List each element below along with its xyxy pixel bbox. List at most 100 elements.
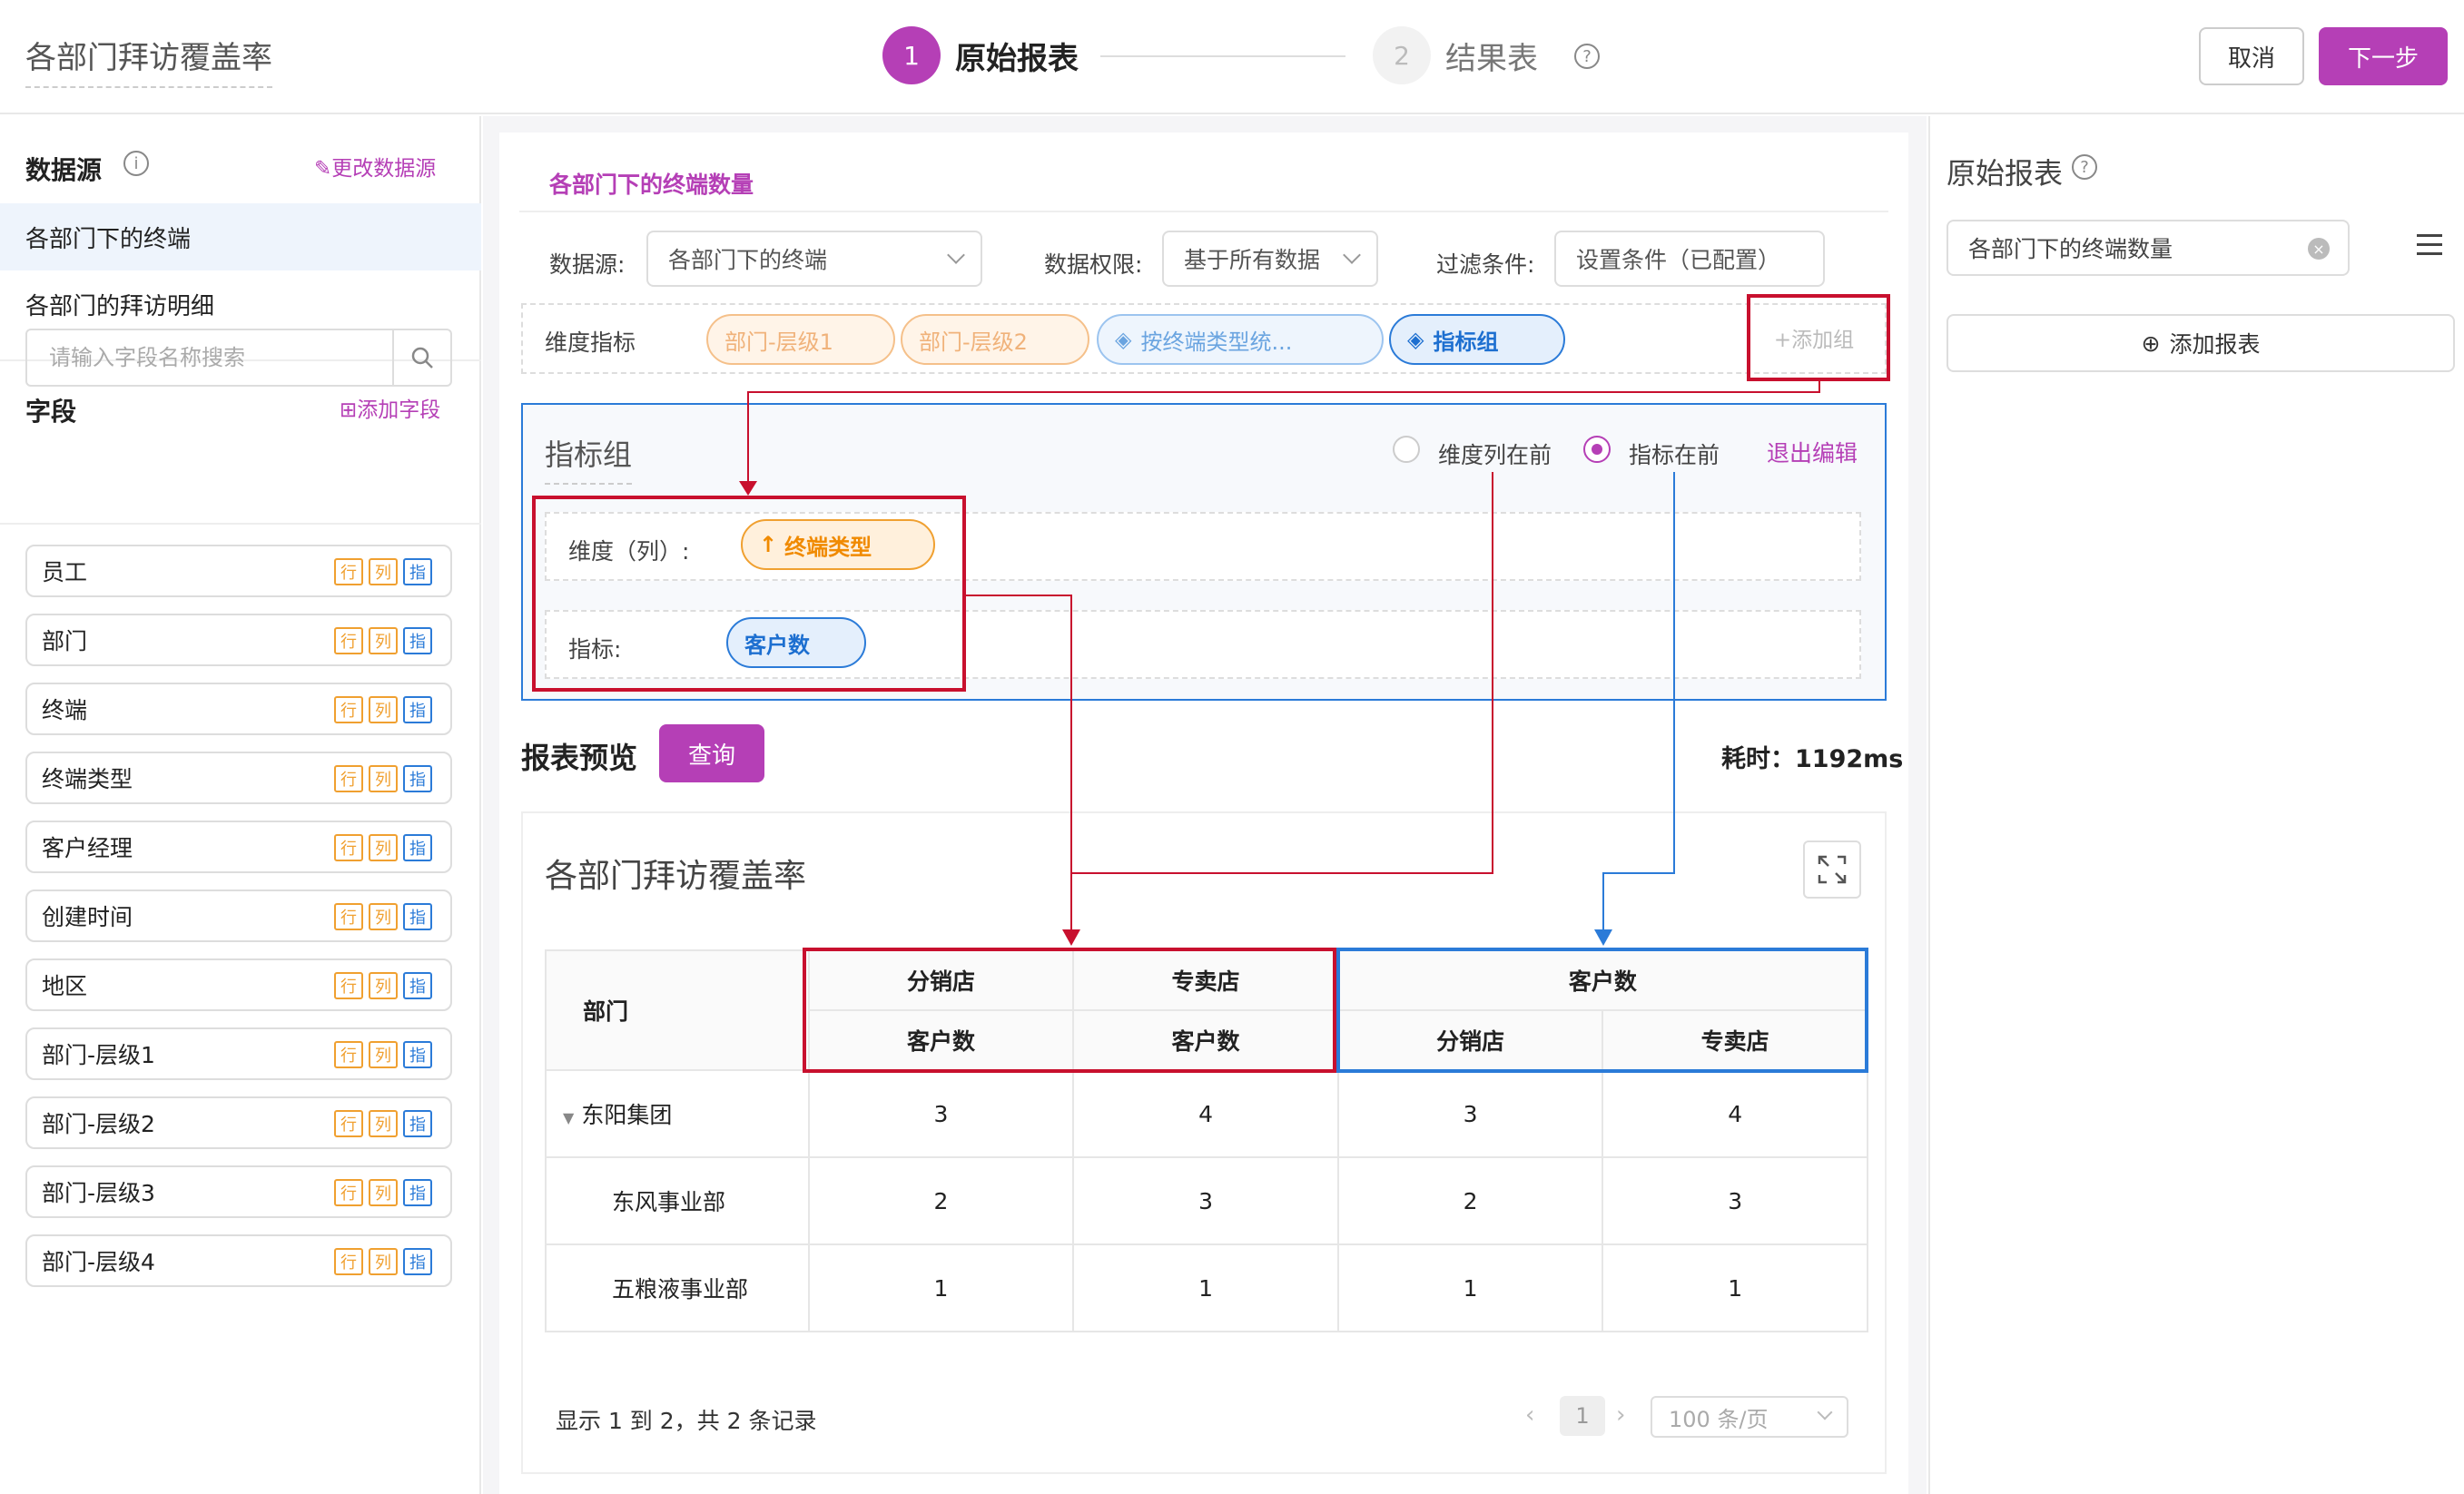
add-to-column-tag[interactable]: 列 bbox=[369, 1248, 398, 1275]
add-to-indicator-tag[interactable]: 指 bbox=[403, 834, 432, 861]
dim-pill-terminal-type[interactable]: ◈ 按终端类型统... bbox=[1097, 314, 1384, 365]
add-group-button[interactable]: +添加组 bbox=[1750, 305, 1878, 370]
field-item[interactable]: 部门-层级3 行列指 bbox=[25, 1165, 452, 1218]
add-field-link[interactable]: ⊞添加字段 bbox=[340, 392, 440, 423]
page-size-select[interactable]: 100 条/页 bbox=[1651, 1396, 1848, 1438]
field-item[interactable]: 终端类型 行列指 bbox=[25, 752, 452, 804]
step-2[interactable]: 2 结果表 bbox=[1373, 25, 1538, 85]
add-to-indicator-tag[interactable]: 指 bbox=[403, 696, 432, 723]
dimension-column-label: 维度（列）: bbox=[568, 538, 690, 565]
add-to-row-tag[interactable]: 行 bbox=[334, 765, 363, 792]
preview-table: 部门 分销店 专卖店 客户数 客户数 客户数 分销店 专卖店 ▼ 东阳集团 3 4… bbox=[545, 949, 1869, 1332]
add-report-label: 添加报表 bbox=[2169, 331, 2261, 358]
add-to-indicator-tag[interactable]: 指 bbox=[403, 765, 432, 792]
add-to-indicator-tag[interactable]: 指 bbox=[403, 1248, 432, 1275]
table-cell: 3 bbox=[1336, 1069, 1604, 1158]
prev-page-icon[interactable]: ‹ bbox=[1525, 1401, 1534, 1429]
field-item[interactable]: 部门-层级2 行列指 bbox=[25, 1096, 452, 1149]
dim-pill-level1[interactable]: 部门-层级1 bbox=[706, 314, 895, 365]
add-to-indicator-tag[interactable]: 指 bbox=[403, 903, 432, 930]
add-to-row-tag[interactable]: 行 bbox=[334, 1041, 363, 1068]
field-item-label: 地区 bbox=[42, 973, 88, 999]
field-item[interactable]: 部门-层级4 行列指 bbox=[25, 1234, 452, 1287]
field-item-label: 终端 bbox=[42, 697, 88, 723]
filter-select[interactable]: 设置条件（已配置） bbox=[1554, 231, 1825, 287]
add-to-row-tag[interactable]: 行 bbox=[334, 1179, 363, 1206]
query-button[interactable]: 查询 bbox=[659, 724, 764, 782]
field-item[interactable]: 创建时间 行列指 bbox=[25, 890, 452, 942]
clear-icon[interactable]: × bbox=[2308, 238, 2330, 260]
add-to-row-tag[interactable]: 行 bbox=[334, 696, 363, 723]
ind-pill-customers[interactable]: 客户数 bbox=[726, 617, 866, 668]
next-page-icon[interactable]: › bbox=[1616, 1401, 1625, 1429]
add-to-row-tag[interactable]: 行 bbox=[334, 558, 363, 585]
dim-col-pill-terminal-type[interactable]: ↑ 终端类型 bbox=[741, 519, 935, 570]
field-item[interactable]: 客户经理 行列指 bbox=[25, 821, 452, 873]
dim-pill-indicator-group[interactable]: ◈ 指标组 bbox=[1389, 314, 1565, 365]
datasource-item-1[interactable]: 各部门的拜访明细 bbox=[0, 270, 481, 338]
add-to-row-tag[interactable]: 行 bbox=[334, 972, 363, 999]
add-to-column-tag[interactable]: 列 bbox=[369, 903, 398, 930]
add-to-indicator-tag[interactable]: 指 bbox=[403, 972, 432, 999]
add-to-column-tag[interactable]: 列 bbox=[369, 696, 398, 723]
permission-select-value: 基于所有数据 bbox=[1184, 247, 1321, 273]
radio-ind-first[interactable] bbox=[1583, 436, 1611, 463]
add-to-indicator-tag[interactable]: 指 bbox=[403, 1110, 432, 1137]
menu-icon[interactable] bbox=[2417, 234, 2442, 256]
add-to-row-tag[interactable]: 行 bbox=[334, 834, 363, 861]
help-icon[interactable]: ? bbox=[2072, 154, 2097, 180]
add-report-button[interactable]: ⊕ 添加报表 bbox=[1947, 314, 2455, 372]
field-item[interactable]: 部门-层级1 行列指 bbox=[25, 1027, 452, 1080]
report-title[interactable]: 各部门拜访覆盖率 bbox=[25, 33, 272, 88]
permission-select[interactable]: 基于所有数据 bbox=[1162, 231, 1378, 287]
datasource-item-0[interactable]: 各部门下的终端 bbox=[0, 203, 481, 270]
indicator-label: 指标: bbox=[568, 636, 622, 663]
add-to-column-tag[interactable]: 列 bbox=[369, 627, 398, 654]
edit-icon: ✎ bbox=[314, 157, 332, 181]
add-to-column-tag[interactable]: 列 bbox=[369, 1179, 398, 1206]
add-to-indicator-tag[interactable]: 指 bbox=[403, 627, 432, 654]
radio-dim-first[interactable] bbox=[1393, 436, 1420, 463]
help-icon[interactable]: ? bbox=[1574, 44, 1600, 69]
dim-col-pill-label: 终端类型 bbox=[784, 534, 872, 560]
raw-report-title: 原始报表 bbox=[1947, 151, 2063, 192]
dim-pill-level2[interactable]: 部门-层级2 bbox=[901, 314, 1089, 365]
search-button[interactable] bbox=[392, 330, 450, 385]
field-item[interactable]: 地区 行列指 bbox=[25, 958, 452, 1011]
cancel-button[interactable]: 取消 bbox=[2199, 27, 2304, 85]
report-item-input[interactable]: 各部门下的终端数量 × bbox=[1947, 220, 2350, 276]
add-to-column-tag[interactable]: 列 bbox=[369, 1041, 398, 1068]
add-to-row-tag[interactable]: 行 bbox=[334, 1248, 363, 1275]
step-1[interactable]: 1 原始报表 bbox=[882, 25, 1079, 85]
field-item[interactable]: 员工 行列指 bbox=[25, 545, 452, 597]
add-to-row-tag[interactable]: 行 bbox=[334, 903, 363, 930]
next-button[interactable]: 下一步 bbox=[2319, 27, 2448, 85]
add-to-indicator-tag[interactable]: 指 bbox=[403, 558, 432, 585]
field-item[interactable]: 终端 行列指 bbox=[25, 683, 452, 735]
change-datasource-link[interactable]: ✎更改数据源 bbox=[314, 151, 436, 182]
fullscreen-button[interactable] bbox=[1803, 840, 1861, 899]
row-header[interactable]: ▼ 东阳集团 bbox=[545, 1069, 810, 1158]
field-search-input[interactable] bbox=[27, 330, 394, 385]
add-to-row-tag[interactable]: 行 bbox=[334, 1110, 363, 1137]
info-icon[interactable]: i bbox=[123, 151, 149, 176]
column-header: 客户数 bbox=[1072, 1009, 1339, 1071]
add-to-column-tag[interactable]: 列 bbox=[369, 765, 398, 792]
datasource-select[interactable]: 各部门下的终端 bbox=[646, 231, 982, 287]
add-to-column-tag[interactable]: 列 bbox=[369, 972, 398, 999]
field-tags: 行列指 bbox=[334, 903, 432, 930]
exit-edit-link[interactable]: 退出编辑 bbox=[1767, 436, 1858, 468]
expand-icon bbox=[1818, 855, 1847, 884]
table-title: 各部门拜访覆盖率 bbox=[545, 858, 807, 895]
add-to-column-tag[interactable]: 列 bbox=[369, 558, 398, 585]
add-to-row-tag[interactable]: 行 bbox=[334, 627, 363, 654]
add-to-column-tag[interactable]: 列 bbox=[369, 1110, 398, 1137]
raw-report-title-label: 原始报表 bbox=[1947, 156, 2064, 191]
field-tags: 行列指 bbox=[334, 1179, 432, 1206]
page-number[interactable]: 1 bbox=[1560, 1396, 1605, 1436]
add-to-column-tag[interactable]: 列 bbox=[369, 834, 398, 861]
field-item[interactable]: 部门 行列指 bbox=[25, 614, 452, 666]
add-to-indicator-tag[interactable]: 指 bbox=[403, 1041, 432, 1068]
caret-down-icon[interactable]: ▼ bbox=[563, 1109, 574, 1126]
add-to-indicator-tag[interactable]: 指 bbox=[403, 1179, 432, 1206]
